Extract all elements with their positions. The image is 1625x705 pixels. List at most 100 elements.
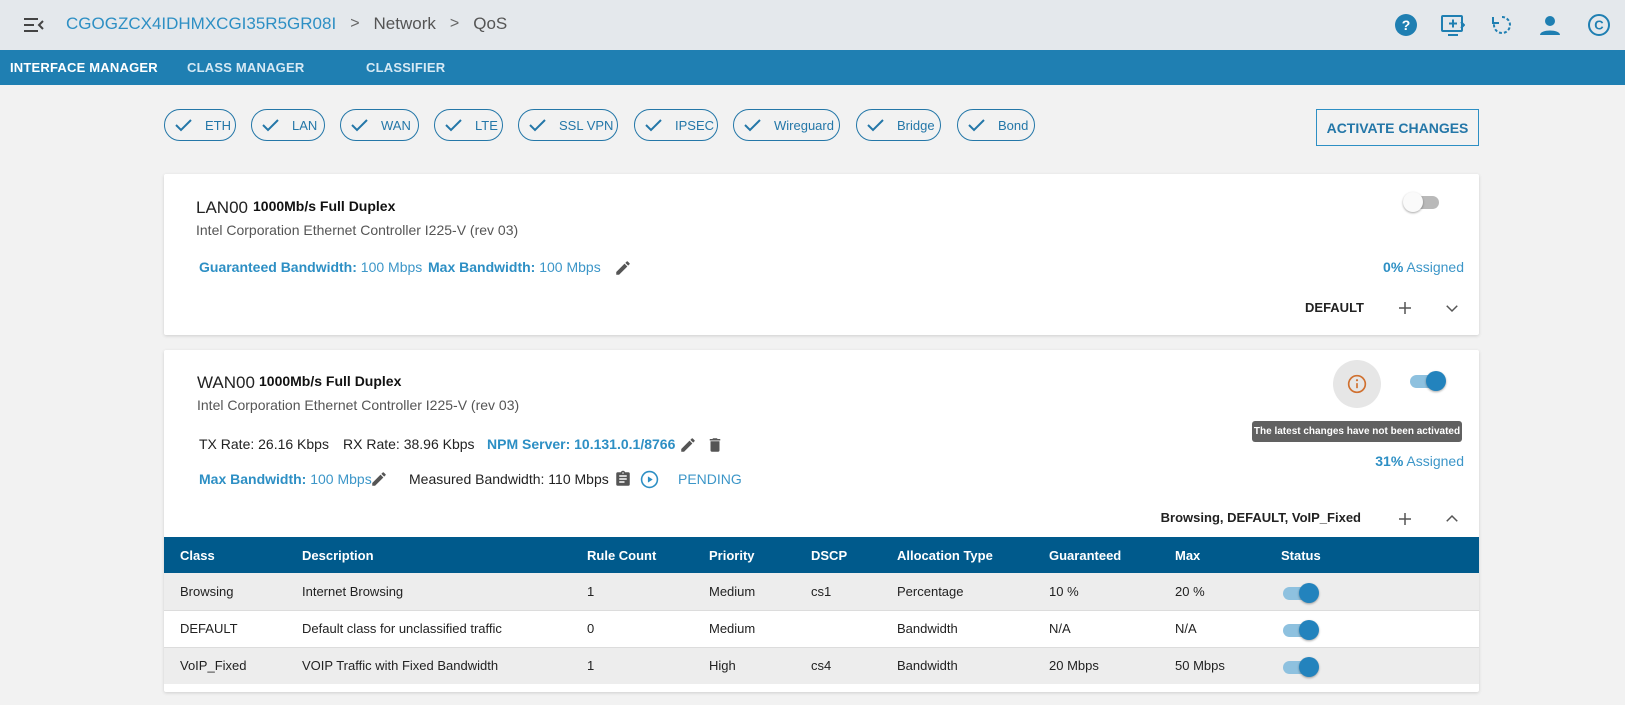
filter-chip-lte[interactable]: LTE (434, 109, 503, 141)
table-row[interactable]: VoIP_Fixed VOIP Traffic with Fixed Bandw… (164, 646, 1479, 684)
filter-chip-bridge[interactable]: Bridge (856, 109, 941, 141)
column-header-description[interactable]: Description (286, 537, 571, 573)
cell-allocation-type: Bandwidth (881, 646, 1033, 684)
user-icon[interactable] (1538, 13, 1562, 37)
max-bandwidth-value: 100 Mbps (310, 471, 372, 487)
filter-chip-ipsec[interactable]: IPSEC (634, 109, 718, 141)
cell-description: Internet Browsing (302, 583, 404, 599)
info-button[interactable] (1333, 360, 1381, 408)
column-header-status[interactable]: Status (1265, 537, 1479, 573)
max-bandwidth-label: Max Bandwidth: (199, 471, 307, 487)
filter-chip-label: LTE (475, 117, 498, 133)
add-class-icon[interactable] (1396, 299, 1414, 317)
breadcrumb-qos: QoS (473, 14, 508, 33)
filter-chip-bond[interactable]: Bond (957, 109, 1035, 141)
breadcrumb-separator: > (350, 15, 360, 32)
filter-chip-ssl-vpn[interactable]: SSL VPN (518, 109, 618, 141)
tx-rate: TX Rate: 26.16 Kbps (199, 436, 329, 452)
cell-rule-count: 1 (587, 583, 595, 599)
status-toggle[interactable] (1281, 656, 1319, 678)
table-row[interactable]: DEFAULT Default class for unclassified t… (164, 609, 1479, 647)
edit-icon[interactable] (679, 436, 697, 454)
cell-class: DEFAULT (164, 609, 286, 647)
breadcrumb-device[interactable]: CGOGZCX4IDHMXCGI35R5GR08I (66, 14, 336, 34)
add-class-icon[interactable] (1396, 510, 1414, 528)
cell-description: VOIP Traffic with Fixed Bandwidth (286, 646, 571, 684)
status-toggle[interactable] (1281, 582, 1319, 604)
play-circle-icon[interactable] (640, 470, 659, 489)
activate-changes-button[interactable]: ACTIVATE CHANGES (1316, 109, 1479, 146)
filter-chip-label: Bond (998, 117, 1029, 133)
cell-max: 20 % (1175, 583, 1205, 599)
help-icon[interactable]: ? (1394, 13, 1418, 37)
delete-icon[interactable] (706, 436, 724, 454)
filter-chip-lan[interactable]: LAN (251, 109, 325, 141)
rx-rate: RX Rate: 38.96 Kbps (343, 436, 475, 452)
filter-chip-label: Wireguard (774, 117, 834, 133)
cell-priority: High (693, 646, 795, 684)
assigned-percentage: 31% Assigned (1375, 453, 1464, 469)
breadcrumb-separator: > (449, 15, 460, 32)
cell-dscp: cs1 (811, 583, 832, 599)
filter-chip-label: ETH (205, 117, 231, 133)
assigned-label: Assigned (1406, 259, 1464, 275)
guaranteed-bandwidth: Guaranteed Bandwidth: 100 Mbps (199, 259, 422, 275)
interface-speed: 1000Mb/s Full Duplex (259, 373, 402, 389)
check-icon (645, 119, 662, 132)
info-icon (1347, 374, 1367, 394)
tab-class-manager[interactable]: CLASS MANAGER (187, 50, 304, 85)
column-header-rule-count[interactable]: Rule Count (571, 537, 693, 573)
check-icon (867, 119, 884, 132)
column-header-allocation-type[interactable]: Allocation Type (881, 537, 1033, 573)
tab-classifier[interactable]: CLASSIFIER (366, 50, 445, 85)
activation-tooltip: The latest changes have not been activat… (1252, 421, 1462, 442)
table-header-row: Class Description Rule Count Priority DS… (164, 537, 1479, 573)
check-icon (351, 119, 368, 132)
menu-collapse-icon[interactable] (22, 14, 46, 36)
interface-enable-toggle[interactable] (1403, 191, 1441, 213)
cell-allocation-type: Bandwidth (881, 609, 1033, 647)
cell-guaranteed: N/A (1033, 609, 1159, 647)
breadcrumb: CGOGZCX4IDHMXCGI35R5GR08I > Network > Qo… (66, 14, 507, 34)
filter-chip-wireguard[interactable]: Wireguard (733, 109, 840, 141)
interface-card-wan00: WAN00 1000Mb/s Full Duplex Intel Corpora… (164, 350, 1479, 692)
filter-chip-label: Bridge (897, 117, 935, 133)
breadcrumb-network[interactable]: Network (374, 14, 436, 34)
filter-chip-label: WAN (381, 117, 411, 133)
guaranteed-bandwidth-value: 100 Mbps (360, 259, 423, 275)
clipboard-icon[interactable] (614, 470, 632, 488)
max-bandwidth-value: 100 Mbps (539, 259, 601, 275)
interface-description: Intel Corporation Ethernet Controller I2… (196, 222, 519, 238)
interface-name: WAN00 (197, 373, 255, 392)
npm-server[interactable]: NPM Server: 10.131.0.1/8766 (487, 436, 675, 452)
cell-priority: Medium (709, 583, 756, 599)
chevron-up-icon[interactable] (1443, 510, 1461, 528)
column-header-priority[interactable]: Priority (693, 537, 795, 573)
cell-max: 50 Mbps (1159, 646, 1265, 684)
column-header-dscp[interactable]: DSCP (795, 537, 881, 573)
column-header-max[interactable]: Max (1159, 537, 1265, 573)
cell-guaranteed: 20 Mbps (1033, 646, 1159, 684)
cell-status (1265, 646, 1479, 684)
status-toggle[interactable] (1281, 619, 1319, 641)
remote-screen-icon[interactable] (1441, 13, 1465, 37)
column-header-class[interactable]: Class (164, 537, 286, 573)
tab-interface-manager[interactable]: INTERFACE MANAGER (10, 50, 158, 85)
max-bandwidth: Max Bandwidth: 100 Mbps (199, 471, 372, 487)
filter-chip-label: IPSEC (675, 117, 715, 133)
check-icon (262, 119, 279, 132)
assigned-value: 31% (1375, 453, 1404, 469)
filter-chip-label: LAN (292, 117, 318, 133)
svg-text:?: ? (1402, 17, 1411, 33)
table-row[interactable]: Browsing Internet Browsing 1 Medium cs1 … (164, 573, 1479, 610)
edit-icon[interactable] (370, 470, 388, 488)
column-header-guaranteed[interactable]: Guaranteed (1033, 537, 1159, 573)
refresh-icon[interactable] (1490, 13, 1514, 37)
filter-chip-eth[interactable]: ETH (164, 109, 236, 141)
copyright-icon[interactable]: C (1587, 13, 1611, 37)
edit-icon[interactable] (614, 259, 632, 277)
filter-chip-label: SSL VPN (559, 117, 614, 133)
filter-chip-wan[interactable]: WAN (340, 109, 419, 141)
interface-enable-toggle[interactable] (1408, 370, 1446, 392)
chevron-down-icon[interactable] (1443, 299, 1461, 317)
